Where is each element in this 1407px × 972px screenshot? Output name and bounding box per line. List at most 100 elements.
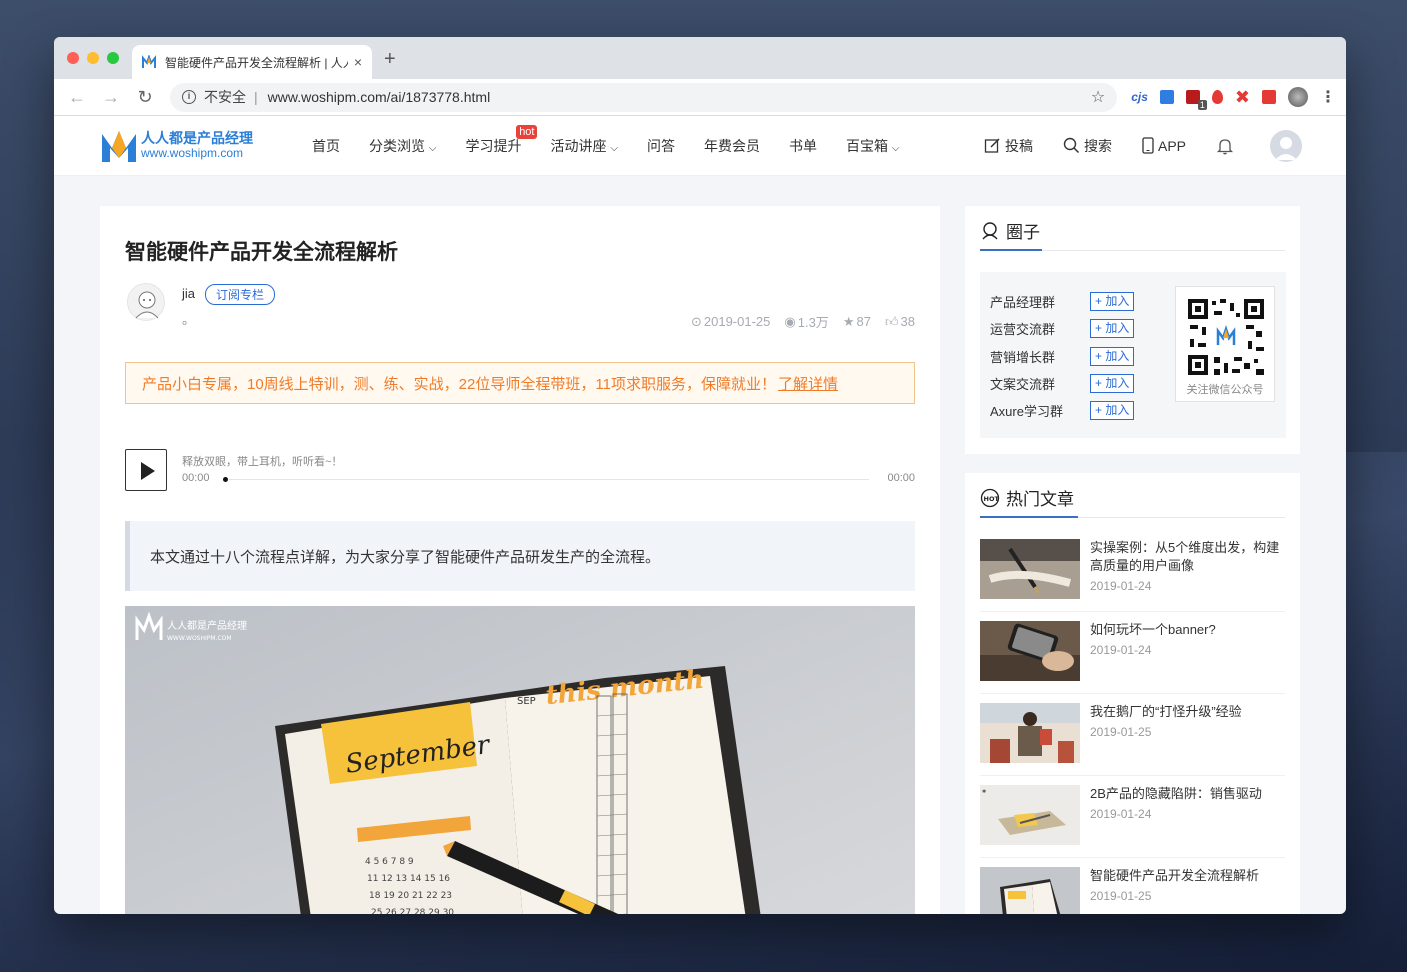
audio-progress-handle[interactable] [223, 477, 228, 482]
hot-badge: hot [516, 124, 538, 139]
promo-link[interactable]: 了解详情 [778, 373, 838, 394]
insecure-label[interactable]: 不安全 [204, 87, 246, 107]
article-stars: ★ 87 [843, 312, 871, 331]
back-icon[interactable]: ← [64, 87, 90, 108]
hot-article-item[interactable]: ✱ 2B产品的隐藏陷阱：销售驱动 2019-01-24 [980, 785, 1285, 845]
tab-close-icon[interactable]: × [354, 54, 362, 70]
search-icon [1063, 137, 1080, 154]
hot-article-title[interactable]: 实操案例：从5个维度出发，构建高质量的用户画像 [1090, 539, 1285, 575]
new-tab-button[interactable]: + [384, 48, 396, 71]
bookmark-star-icon[interactable]: ☆ [1091, 87, 1105, 107]
forward-icon[interactable]: → [98, 87, 124, 108]
address-bar[interactable]: i 不安全 | www.woshipm.com/ai/1873778.html … [170, 82, 1118, 112]
hot-article-item[interactable]: 如何玩坏一个banner? 2019-01-24 [980, 621, 1285, 681]
summary-text: 本文通过十八个流程点详解，为大家分享了智能硬件产品研发生产的全流程。 [150, 548, 661, 566]
hot-icon: HOT [980, 488, 999, 507]
contribute-label: 投稿 [1004, 137, 1033, 154]
audio-progress-track[interactable] [229, 479, 869, 480]
hot-article-thumbnail[interactable] [980, 621, 1080, 681]
chevron-down-icon: ⌵ [428, 142, 437, 154]
reload-icon[interactable]: ↻ [132, 87, 158, 108]
audio-current-time: 00:00 [182, 472, 210, 484]
circle-title: 圈子 [1006, 223, 1040, 242]
hot-article-title[interactable]: 如何玩坏一个banner? [1090, 621, 1285, 639]
profile-avatar-icon[interactable] [1288, 87, 1308, 107]
hot-article-title[interactable]: 智能硬件产品开发全流程解析 [1090, 867, 1285, 885]
chevron-down-icon: ⌵ [610, 142, 618, 154]
info-icon[interactable]: i [182, 90, 196, 104]
hot-header: HOT 热门文章 [980, 485, 1074, 510]
edit-icon [984, 138, 1000, 153]
nav-item-qa[interactable]: 问答 [647, 136, 675, 156]
notification-bell-icon[interactable] [1216, 137, 1238, 155]
note-extension-icon[interactable] [1262, 90, 1276, 104]
author-avatar[interactable] [127, 283, 165, 321]
x-extension-icon[interactable]: ✖ [1235, 87, 1250, 108]
nav-item-home[interactable]: 首页 [312, 136, 340, 156]
group-row: 运营交流群 + 加入 [990, 319, 1135, 338]
join-button[interactable]: + 加入 [1090, 292, 1135, 311]
join-button[interactable]: + 加入 [1090, 347, 1135, 366]
hot-article-item[interactable]: 我在鹅厂的“打怪升级”经验 2019-01-25 [980, 703, 1285, 763]
ublock-extension-icon[interactable]: 1 [1185, 90, 1207, 110]
join-button[interactable]: + 加入 [1090, 374, 1135, 393]
hot-article-item[interactable]: 实操案例：从5个维度出发，构建高质量的用户画像 2019-01-24 [980, 539, 1285, 599]
svg-text:11 12 13 14 15 16: 11 12 13 14 15 16 [367, 874, 450, 884]
url-text[interactable]: www.woshipm.com/ai/1873778.html [268, 89, 1091, 105]
contribute-button[interactable]: 投稿 [984, 136, 1033, 156]
join-button[interactable]: + 加入 [1090, 319, 1135, 338]
hot-article-title[interactable]: 2B产品的隐藏陷阱：销售驱动 [1090, 785, 1285, 803]
drop-extension-icon[interactable] [1211, 90, 1223, 104]
hot-article-title[interactable]: 我在鹅厂的“打怪升级”经验 [1090, 703, 1285, 721]
hot-article-thumbnail[interactable] [980, 539, 1080, 599]
circle-card: 圈子 产品经理群 + 加入 运营交流群 + 加入 营销增长群 + 加入 文案交流… [965, 206, 1300, 454]
browser-toolbar: ← → ↻ i 不安全 | www.woshipm.com/ai/1873778… [54, 79, 1346, 116]
author-name[interactable]: jia [182, 286, 195, 301]
play-button[interactable] [125, 449, 167, 491]
divider [980, 611, 1285, 612]
nav-label: 分类浏览 [369, 137, 425, 154]
group-name: 营销增长群 [990, 350, 1056, 365]
qr-label: 关注微信公众号 [1186, 384, 1264, 396]
nav-item-books[interactable]: 书单 [789, 136, 817, 156]
subscribe-column-button[interactable]: 订阅专栏 [205, 284, 276, 305]
nav-item-events[interactable]: 活动讲座 ⌵ [550, 136, 617, 156]
article-title: 智能硬件产品开发全流程解析 [125, 241, 398, 264]
browser-menu-icon[interactable]: ⋮ [1320, 87, 1336, 107]
hero-watermark-cn: 人人都是产品经理 [167, 619, 247, 632]
stars-text: 87 [856, 314, 871, 329]
search-button[interactable]: 搜索 [1063, 136, 1112, 156]
hot-article-date: 2019-01-24 [1090, 807, 1152, 821]
hot-articles-card: HOT 热门文章 实操案例：从5个维度出发，构建高质量的用户画像 2019-01… [965, 473, 1300, 914]
maximize-window-button[interactable] [107, 52, 119, 64]
thumb-up-icon: 👍︎ [884, 313, 899, 329]
views-text: 1.3万 [797, 315, 829, 330]
user-avatar[interactable] [1270, 129, 1302, 162]
nav-item-learn[interactable]: 学习提升 hot [465, 124, 538, 156]
hot-article-thumbnail[interactable] [980, 867, 1080, 914]
article-likes: 👍︎ 38 [885, 312, 915, 331]
cjs-extension-icon[interactable]: cjs [1131, 90, 1148, 104]
nav-item-categories[interactable]: 分类浏览 ⌵ [369, 136, 436, 156]
nav-item-toolbox[interactable]: 百宝箱 ⌵ [846, 136, 899, 156]
nav-item-membership[interactable]: 年费会员 [704, 136, 760, 156]
promo-banner[interactable]: 产品小白专属，10周线上特训，测、练、实战，22位导师全程带班，11项求职服务，… [125, 362, 915, 404]
minimize-window-button[interactable] [87, 52, 99, 64]
audio-player: 释放双眼，带上耳机，听听看~！ 00:00 00:00 [125, 449, 915, 491]
browser-tab[interactable]: 智能硬件产品开发全流程解析 | 人人都是产品经理 × [132, 45, 372, 79]
app-label: APP [1157, 137, 1186, 154]
hot-article-thumbnail[interactable]: ✱ [980, 785, 1080, 845]
close-window-button[interactable] [67, 52, 79, 64]
hot-article-date: 2019-01-24 [1090, 579, 1152, 593]
divider [980, 857, 1285, 858]
hot-article-thumbnail[interactable] [980, 703, 1080, 763]
svg-text:18 19 20 21 22 23: 18 19 20 21 22 23 [369, 891, 452, 901]
app-button[interactable]: APP [1142, 137, 1186, 154]
join-button[interactable]: + 加入 [1090, 401, 1135, 420]
article-meta: ⊙ 2019-01-25 ◉ 1.3万 ★ 87 👍︎ 38 [691, 312, 915, 331]
pocket-extension-icon[interactable] [1159, 90, 1174, 104]
audio-total-time: 00:00 [887, 472, 915, 484]
hot-article-date: 2019-01-25 [1090, 889, 1152, 903]
hot-article-item[interactable]: 智能硬件产品开发全流程解析 2019-01-25 [980, 867, 1285, 914]
site-logo[interactable]: 人人都是产品经理 www.woshipm.com [100, 128, 312, 164]
